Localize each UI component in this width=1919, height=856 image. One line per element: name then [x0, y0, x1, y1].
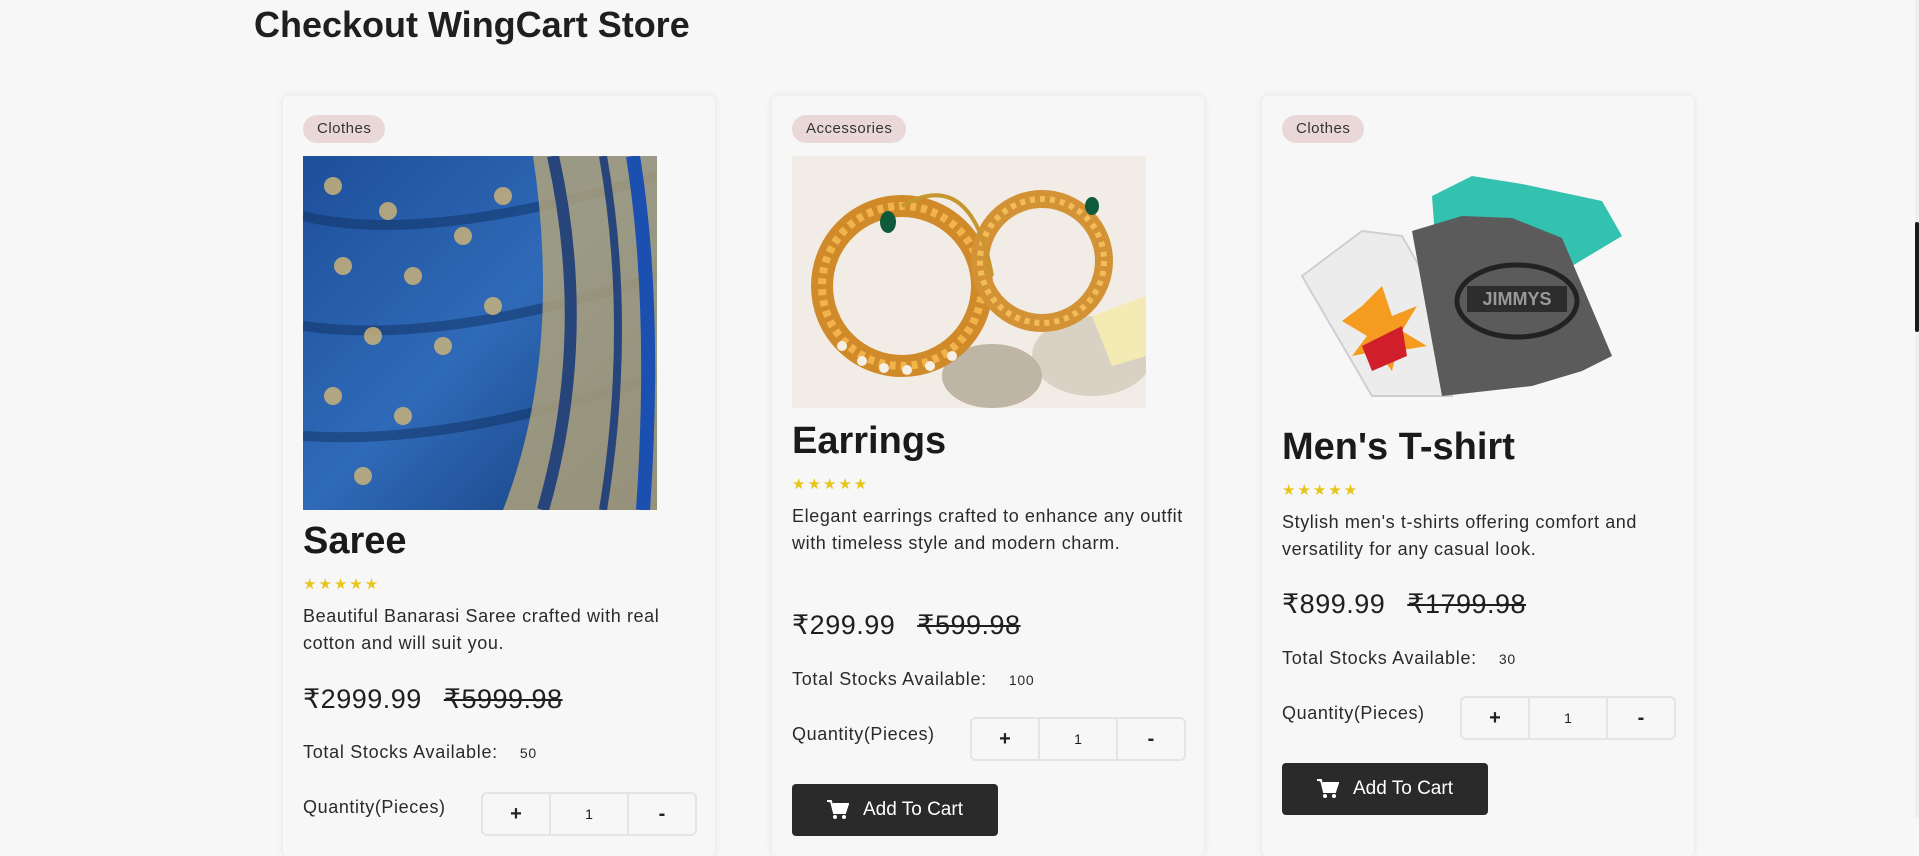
- rating-stars-icon: ★★★★★: [1282, 482, 1360, 499]
- product-name: Earrings: [792, 420, 947, 462]
- current-price: ₹299.99: [792, 610, 896, 640]
- quantity-value[interactable]: 1: [1528, 698, 1608, 738]
- quantity-label: Quantity(Pieces): [792, 724, 935, 744]
- tshirt-image: JIMMYS: [1282, 156, 1636, 408]
- original-price: ₹1799.98: [1407, 589, 1527, 619]
- product-name: Saree: [303, 520, 407, 562]
- category-badge: Accessories: [792, 115, 907, 143]
- stock-row: Total Stocks Available: 100: [792, 669, 1034, 690]
- quantity-label: Quantity(Pieces): [303, 797, 446, 817]
- increment-button[interactable]: +: [972, 719, 1038, 759]
- stock-count: 30: [1498, 651, 1516, 667]
- stock-count: 50: [519, 745, 537, 761]
- decrement-button[interactable]: -: [629, 794, 695, 834]
- current-price: ₹899.99: [1282, 589, 1386, 619]
- increment-button[interactable]: +: [483, 794, 549, 834]
- product-card-earrings: Accessories Earrings ★★★★★ Elegant earri…: [772, 96, 1204, 856]
- current-price: ₹2999.99: [303, 684, 422, 714]
- cart-icon: [1317, 779, 1339, 799]
- stock-label: Total Stocks Available:: [1282, 648, 1477, 668]
- stock-count: 100: [1008, 672, 1035, 688]
- scrollbar-thumb[interactable]: [1915, 222, 1919, 332]
- quantity-value[interactable]: 1: [549, 794, 629, 834]
- stock-row: Total Stocks Available: 50: [303, 742, 537, 763]
- product-description: Beautiful Banarasi Saree crafted with re…: [303, 606, 660, 653]
- add-to-cart-button[interactable]: Add To Cart: [792, 784, 998, 836]
- quantity-stepper: + 1 -: [1460, 696, 1676, 740]
- price-row: ₹2999.99 ₹5999.98: [303, 684, 563, 715]
- quantity-label: Quantity(Pieces): [1282, 703, 1425, 723]
- decrement-button[interactable]: -: [1118, 719, 1184, 759]
- stock-row: Total Stocks Available: 30: [1282, 648, 1516, 669]
- quantity-stepper: + 1 -: [481, 792, 697, 836]
- svg-text:JIMMYS: JIMMYS: [1482, 289, 1551, 309]
- price-row: ₹899.99 ₹1799.98: [1282, 589, 1526, 620]
- page-title: Checkout WingCart Store: [254, 4, 690, 45]
- product-card-saree: Clothes Saree ★★★★★ Beautiful Banarasi S…: [283, 96, 715, 856]
- decrement-button[interactable]: -: [1608, 698, 1674, 738]
- product-name: Men's T-shirt: [1282, 426, 1515, 468]
- cart-icon: [827, 800, 849, 820]
- add-to-cart-label: Add To Cart: [1353, 778, 1453, 799]
- earrings-image: [792, 156, 1146, 408]
- stock-label: Total Stocks Available:: [303, 742, 498, 762]
- product-description: Stylish men's t-shirts offering comfort …: [1282, 512, 1638, 559]
- scrollbar[interactable]: [1915, 0, 1919, 818]
- product-card-mens-tshirt: Clothes JIMMYS Men's T-shirt ★★★★★ Styli…: [1262, 96, 1694, 856]
- quantity-stepper: + 1 -: [970, 717, 1186, 761]
- original-price: ₹5999.98: [443, 684, 563, 714]
- add-to-cart-button[interactable]: Add To Cart: [1282, 763, 1488, 815]
- price-row: ₹299.99 ₹599.98: [792, 610, 1021, 641]
- rating-stars-icon: ★★★★★: [303, 576, 381, 593]
- rating-stars-icon: ★★★★★: [792, 476, 870, 493]
- quantity-value[interactable]: 1: [1038, 719, 1118, 759]
- stock-label: Total Stocks Available:: [792, 669, 987, 689]
- product-description: Elegant earrings crafted to enhance any …: [792, 506, 1183, 553]
- category-badge: Clothes: [1282, 115, 1365, 143]
- saree-image: [303, 156, 657, 510]
- original-price: ₹599.98: [917, 610, 1021, 640]
- increment-button[interactable]: +: [1462, 698, 1528, 738]
- category-badge: Clothes: [303, 115, 386, 143]
